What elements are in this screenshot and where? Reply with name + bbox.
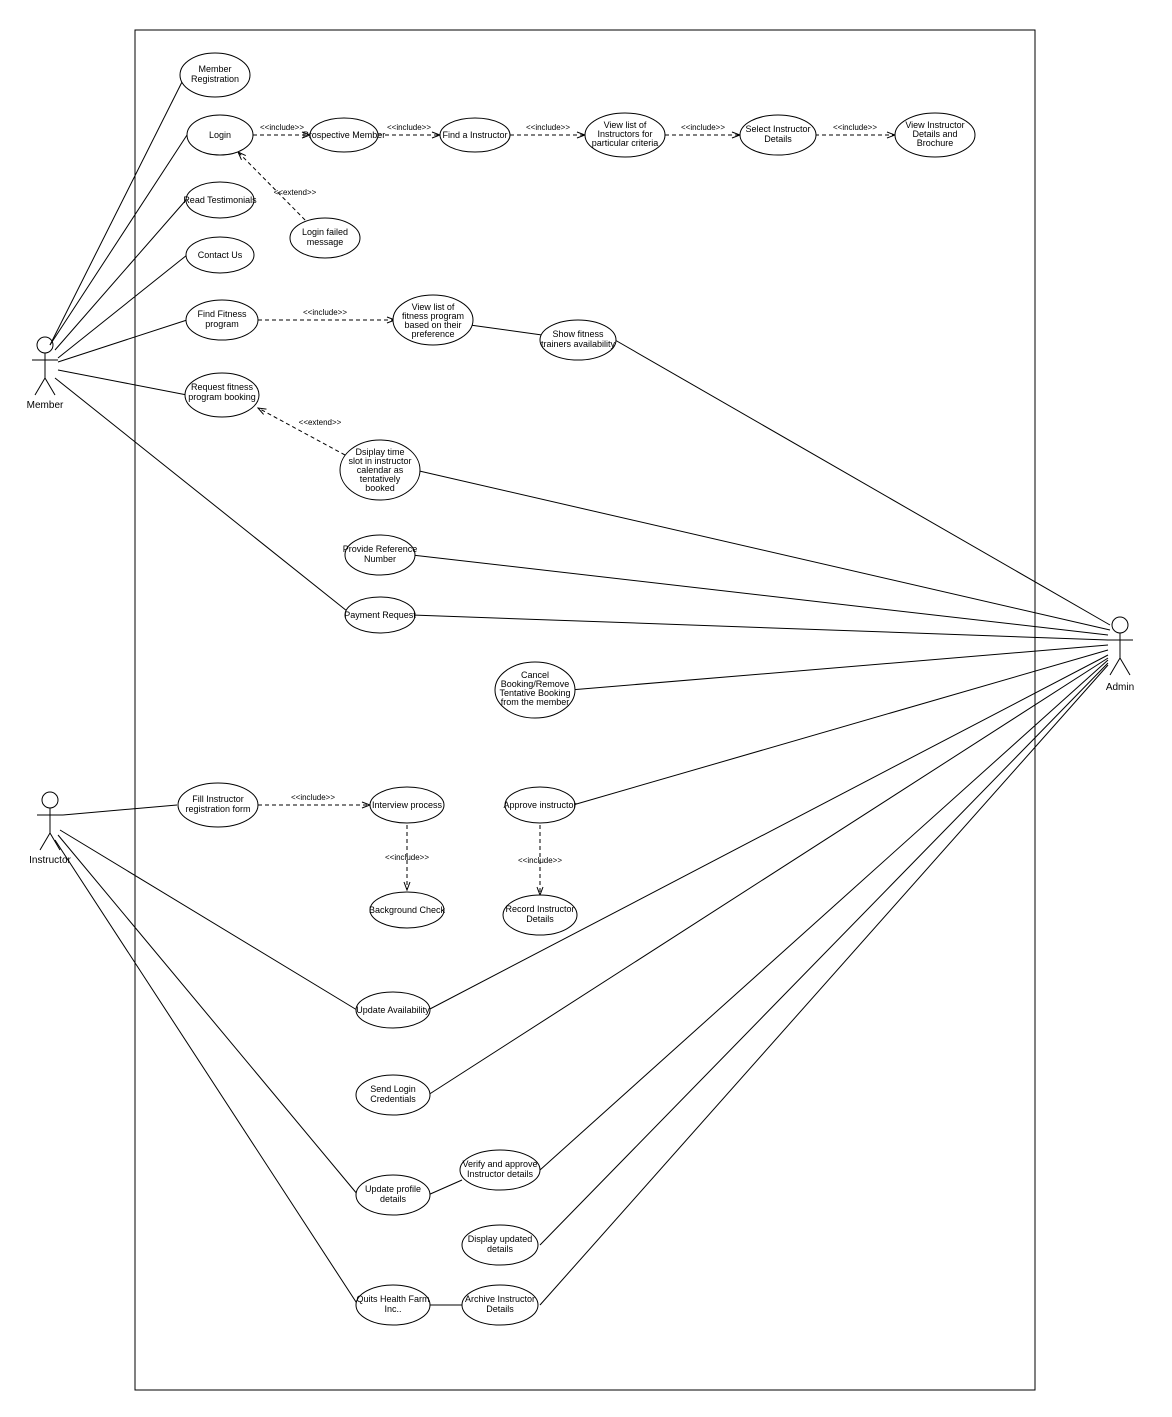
svg-text:Find a Instructor: Find a Instructor xyxy=(442,130,507,140)
use-case-diagram: Member Instructor Admin << xyxy=(0,0,1172,1417)
usecase-interview-process: Interview process xyxy=(370,787,444,823)
usecase-show-trainers: Show fitness trainers availability xyxy=(540,320,616,360)
usecase-find-fitness: Find Fitness program xyxy=(186,300,258,340)
svg-text:Provide Reference: Provide Reference xyxy=(343,544,418,554)
usecase-provide-reference: Provide Reference Number xyxy=(343,535,418,575)
rel-include-label: <<include>> xyxy=(387,123,431,132)
usecase-login-failed: Login failed message xyxy=(290,218,360,258)
svg-text:Read Testimonials: Read Testimonials xyxy=(183,195,257,205)
usecase-login: Login xyxy=(187,115,253,155)
svg-text:Fill Instructor: Fill Instructor xyxy=(192,794,244,804)
usecase-cancel-booking: Cancel Booking/Remove Tentative Booking … xyxy=(495,662,575,718)
rel-include-label: <<include>> xyxy=(303,308,347,317)
svg-text:Payment Request: Payment Request xyxy=(344,610,416,620)
usecase-payment-request: Payment Request xyxy=(344,597,416,633)
usecase-background-check: Background Check xyxy=(369,892,446,928)
actor-admin: Admin xyxy=(1106,617,1134,693)
rel-include-label: <<include>> xyxy=(291,793,335,802)
actor-member: Member xyxy=(27,337,64,411)
svg-text:Instructor details: Instructor details xyxy=(467,1169,534,1179)
svg-text:Details: Details xyxy=(764,134,792,144)
svg-text:Request fitness: Request fitness xyxy=(191,382,254,392)
usecase-view-list-instructors: View list of Instructors for particular … xyxy=(585,113,665,157)
svg-text:Send Login: Send Login xyxy=(370,1084,416,1094)
usecase-prospective-member: Prospective Member xyxy=(303,118,386,152)
usecase-archive-instructor: Archive Instructor Details xyxy=(462,1285,538,1325)
svg-text:Contact Us: Contact Us xyxy=(198,250,243,260)
usecase-select-instructor: Select Instructor Details xyxy=(740,115,816,155)
svg-text:details: details xyxy=(380,1194,407,1204)
actor-member-label: Member xyxy=(27,400,64,411)
svg-text:Inc..: Inc.. xyxy=(384,1304,401,1314)
usecase-request-booking: Request fitness program booking xyxy=(185,373,259,417)
usecase-update-availability: Update Availability xyxy=(356,992,430,1028)
svg-text:message: message xyxy=(307,237,344,247)
svg-text:program: program xyxy=(205,319,239,329)
svg-text:booked: booked xyxy=(365,483,395,493)
usecase-member-registration: Member Registration xyxy=(180,53,250,97)
usecase-view-list-fitness: View list of fitness program based on th… xyxy=(393,295,473,345)
svg-text:particular criteria: particular criteria xyxy=(592,138,659,148)
svg-text:Verify and approve: Verify and approve xyxy=(462,1159,537,1169)
usecase-verify-approve: Verify and approve Instructor details xyxy=(460,1150,540,1190)
usecase-approve-instructor: Approve instructor xyxy=(503,787,576,823)
svg-text:Update Availability: Update Availability xyxy=(356,1005,430,1015)
svg-text:Credentials: Credentials xyxy=(370,1094,416,1104)
svg-text:Login: Login xyxy=(209,130,231,140)
rel-include-label: <<include>> xyxy=(385,853,429,862)
svg-text:Number: Number xyxy=(364,554,396,564)
usecase-view-instructor-details: View Instructor Details and Brochure xyxy=(895,113,975,157)
actor-admin-label: Admin xyxy=(1106,682,1134,693)
usecase-contact-us: Contact Us xyxy=(186,237,254,273)
svg-text:Quits Health Farm: Quits Health Farm xyxy=(356,1294,429,1304)
usecase-display-time-slot: Dsiplay time slot in instructor calendar… xyxy=(340,440,420,500)
usecase-read-testimonials: Read Testimonials xyxy=(183,182,257,218)
svg-text:Login failed: Login failed xyxy=(302,227,348,237)
usecase-update-profile: Update profile details xyxy=(356,1175,430,1215)
svg-text:Show fitness: Show fitness xyxy=(552,329,604,339)
usecase-record-instructor: Record Instructor Details xyxy=(503,895,577,935)
usecase-find-instructor: Find a Instructor xyxy=(440,118,510,152)
svg-text:details: details xyxy=(487,1244,514,1254)
usecase-fill-instructor-form: Fill Instructor registration form xyxy=(178,783,258,827)
svg-text:trainers availability: trainers availability xyxy=(541,339,616,349)
rel-include-label: <<include>> xyxy=(833,123,877,132)
rel-include-label: <<include>> xyxy=(526,123,570,132)
usecase-display-updated: Display updated details xyxy=(462,1225,538,1265)
svg-text:Find Fitness: Find Fitness xyxy=(197,309,247,319)
svg-text:Details: Details xyxy=(526,914,554,924)
svg-text:Select Instructor: Select Instructor xyxy=(745,124,810,134)
svg-text:Registration: Registration xyxy=(191,74,239,84)
svg-text:Update profile: Update profile xyxy=(365,1184,421,1194)
svg-text:Approve instructor: Approve instructor xyxy=(503,800,576,810)
rel-extend-label: <<extend>> xyxy=(274,188,317,197)
svg-text:preference: preference xyxy=(411,329,454,339)
usecase-quits: Quits Health Farm Inc.. xyxy=(356,1285,430,1325)
svg-text:Prospective Member: Prospective Member xyxy=(303,130,386,140)
usecase-send-login-credentials: Send Login Credentials xyxy=(356,1075,430,1115)
svg-text:Archive Instructor: Archive Instructor xyxy=(465,1294,535,1304)
rel-extend-label: <<extend>> xyxy=(299,418,342,427)
svg-text:Background Check: Background Check xyxy=(369,905,446,915)
rel-include-label: <<include>> xyxy=(260,123,304,132)
svg-text:Display updated: Display updated xyxy=(468,1234,533,1244)
svg-text:Record Instructor: Record Instructor xyxy=(505,904,574,914)
svg-text:program booking: program booking xyxy=(188,392,256,402)
actor-instructor-label: Instructor xyxy=(29,855,71,866)
rel-include-label: <<include>> xyxy=(681,123,725,132)
svg-text:Details: Details xyxy=(486,1304,514,1314)
svg-text:from the member: from the member xyxy=(501,697,570,707)
svg-text:Interview process: Interview process xyxy=(372,800,443,810)
svg-text:Brochure: Brochure xyxy=(917,138,954,148)
rel-include-label: <<include>> xyxy=(518,856,562,865)
svg-text:registration form: registration form xyxy=(185,804,250,814)
svg-text:Member: Member xyxy=(198,64,231,74)
